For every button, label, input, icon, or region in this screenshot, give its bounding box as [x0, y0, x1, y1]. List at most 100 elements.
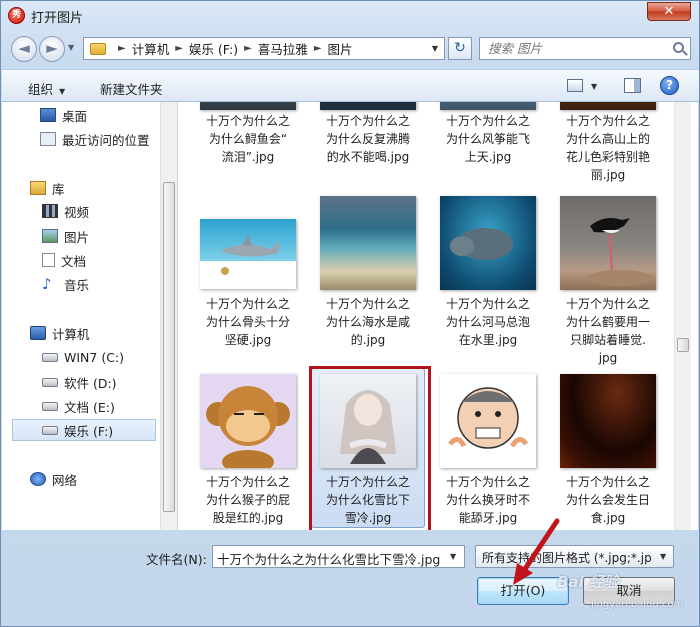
sidebar-item-desktop[interactable]: 桌面 — [40, 104, 87, 126]
documents-icon — [42, 253, 55, 267]
sidebar-item-drive-f[interactable]: 娱乐 (F:) — [12, 419, 156, 441]
filename-input[interactable]: 十万个为什么之为什么化雪比下雪冷.jpg — [212, 545, 465, 568]
chevron-down-icon: ▼ — [59, 87, 66, 96]
thumbnail-image — [440, 102, 536, 110]
drive-e-icon — [42, 401, 58, 411]
thumbnail-image — [560, 374, 656, 468]
organize-button[interactable]: 组织 ▼ — [28, 79, 65, 98]
refresh-button[interactable]: ↻ — [448, 37, 472, 60]
shark-illustration — [220, 235, 289, 282]
thumbnail-image — [200, 219, 296, 289]
help-icon[interactable]: ? — [660, 76, 679, 95]
address-bar[interactable]: ► 计算机 ► 娱乐 (F:) ► 喜马拉雅 ► 图片 ▼ — [83, 37, 445, 60]
change-view-icon[interactable] — [567, 79, 583, 92]
sidebar-item-network[interactable]: 网络 — [30, 468, 77, 490]
sidebar-item-videos[interactable]: 视频 — [42, 200, 89, 222]
sidebar-item-label: 文档 (E:) — [64, 399, 115, 415]
search-icon[interactable] — [673, 42, 684, 53]
thumbnail-image — [320, 374, 416, 468]
sidebar-item-documents[interactable]: 文档 — [42, 249, 86, 271]
sidebar-item-drive-e[interactable]: 文档 (E:) — [42, 395, 115, 417]
file-type-select[interactable]: 所有支持的图片格式 (*.jpg;*.jp — [475, 545, 674, 568]
breadcrumb-himalaya[interactable]: 喜马拉雅 — [258, 39, 308, 58]
network-icon — [30, 472, 46, 486]
sidebar-item-libraries[interactable]: 库 — [30, 177, 65, 199]
window-title: 打开图片 — [31, 11, 84, 26]
forward-button[interactable]: ► — [39, 36, 65, 62]
file-name: 十万个为什么之 为什么河马总泡 在水里.jpg — [445, 297, 530, 347]
chevron-down-icon[interactable]: ▼ — [660, 552, 666, 561]
thumbnail-image — [200, 102, 296, 110]
solar-eclipse-illustration — [602, 396, 622, 406]
chevron-right-icon[interactable]: ► — [118, 43, 126, 54]
sidebar-item-label: WIN7 (C:) — [64, 349, 125, 365]
chevron-right-icon[interactable]: ► — [244, 43, 252, 54]
title-bar: 秀 打开图片 ✕ — [1, 1, 699, 29]
kid-teeth-cartoon-illustration — [448, 387, 529, 449]
video-icon — [42, 204, 58, 218]
music-icon: ♪ — [42, 275, 52, 293]
back-button[interactable]: ◄ — [11, 36, 37, 62]
monkey-cartoon-illustration — [206, 386, 290, 468]
organize-label: 组织 — [28, 82, 54, 97]
sidebar-item-label: 文档 — [61, 253, 87, 269]
file-list-pane: 十万个为什么之 为什么鲟鱼会“ 流泪”.jpg 十万个为什么之 为什么反复沸腾 … — [178, 102, 698, 530]
command-bar: 组织 ▼ 新建文件夹 ▼ ? — [2, 69, 699, 102]
sidebar-item-label: 娱乐 (F:) — [64, 423, 114, 439]
sidebar-scrollbar[interactable] — [160, 102, 177, 530]
search-box[interactable] — [479, 37, 691, 60]
sidebar-scrollbar-thumb[interactable] — [163, 182, 175, 512]
new-folder-button[interactable]: 新建文件夹 — [100, 79, 163, 98]
file-list-scrollbar[interactable] — [674, 102, 691, 530]
view-options-dropdown[interactable]: ▼ — [591, 82, 597, 91]
sidebar-item-label: 软件 (D:) — [64, 375, 117, 391]
file-name: 十万个为什么之 为什么换牙时不 能舔牙.jpg — [445, 475, 530, 525]
file-name: 十万个为什么之 为什么鲟鱼会“ 流泪”.jpg — [205, 114, 290, 164]
thumbnail-image — [320, 196, 416, 290]
address-dropdown-icon[interactable]: ▼ — [432, 44, 438, 53]
file-name: 十万个为什么之 为什么化雪比下 雪冷.jpg — [325, 475, 410, 525]
sidebar-item-label: 最近访问的位置 — [62, 132, 150, 148]
file-name: 十万个为什么之 为什么猴子的屁 股是红的.jpg — [205, 475, 290, 525]
thumbnail-image — [560, 196, 656, 290]
folder-icon — [90, 42, 106, 55]
sidebar-item-recent-places[interactable]: 最近访问的位置 — [40, 128, 150, 150]
breadcrumb-pictures[interactable]: 图片 — [328, 39, 353, 58]
sidebar-item-pictures[interactable]: 图片 — [42, 225, 89, 247]
pictures-icon — [42, 229, 58, 243]
drive-c-icon — [42, 352, 58, 362]
preview-pane-icon[interactable] — [624, 78, 641, 93]
open-button[interactable]: 打开(O) — [477, 577, 569, 605]
file-list-scrollbar-thumb[interactable] — [677, 338, 689, 352]
hippo-illustration — [450, 228, 513, 260]
search-input[interactable] — [480, 38, 660, 59]
app-logo-icon: 秀 — [8, 7, 25, 24]
file-name: 十万个为什么之 为什么高山上的 花儿色彩特别艳 丽.jpg — [565, 114, 650, 182]
breadcrumb-drive-f[interactable]: 娱乐 (F:) — [189, 39, 238, 58]
thumbnail-image — [320, 102, 416, 110]
sidebar-item-label: 桌面 — [62, 108, 88, 124]
library-icon — [30, 181, 46, 195]
computer-icon — [30, 326, 46, 340]
sidebar-item-label: 计算机 — [52, 326, 90, 342]
chevron-down-icon[interactable]: ▼ — [450, 552, 456, 561]
chevron-right-icon[interactable]: ► — [314, 43, 322, 54]
file-name: 十万个为什么之 为什么骨头十分 坚硬.jpg — [205, 297, 290, 347]
filename-label: 文件名(N): — [146, 552, 207, 567]
sidebar-item-drive-d[interactable]: 软件 (D:) — [42, 371, 117, 393]
navigation-pane: 桌面 最近访问的位置 库 视频 图片 文档 ♪ 音乐 计算机 WIN7 (C:)… — [2, 102, 177, 530]
sidebar-item-computer[interactable]: 计算机 — [30, 322, 90, 344]
sidebar-item-drive-c[interactable]: WIN7 (C:) — [42, 346, 124, 368]
recent-pages-dropdown[interactable]: ▼ — [68, 43, 74, 52]
file-name: 十万个为什么之 为什么海水是咸 的.jpg — [325, 297, 410, 347]
desktop-icon — [40, 108, 56, 122]
thumbnail-image — [200, 374, 296, 468]
chevron-right-icon[interactable]: ► — [175, 43, 183, 54]
drive-d-icon — [42, 377, 58, 387]
recent-places-icon — [40, 132, 56, 146]
stilt-bird-illustration — [586, 218, 654, 286]
file-name: 十万个为什么之 为什么鹤要用一 只脚站着睡觉. jpg — [565, 297, 650, 365]
sidebar-item-music[interactable]: ♪ 音乐 — [42, 273, 89, 295]
close-button[interactable]: ✕ — [647, 2, 691, 21]
breadcrumb-computer[interactable]: 计算机 — [132, 39, 170, 58]
